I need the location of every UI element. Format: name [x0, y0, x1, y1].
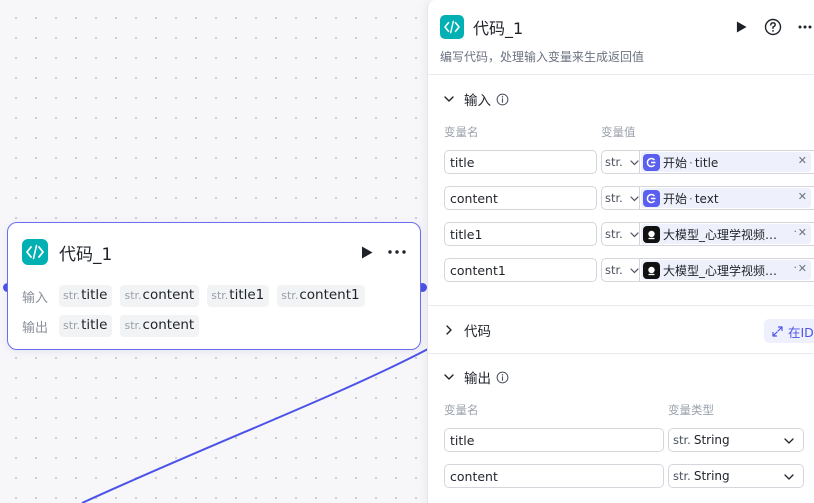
code-node[interactable]: 代码_1 输入 str. title str. content str. title1… — [7, 222, 421, 350]
more-icon[interactable] — [386, 241, 408, 263]
variable-name-field[interactable]: content — [444, 186, 597, 210]
divider — [428, 305, 814, 306]
output-section-title: 输出 — [464, 371, 491, 387]
code-section-header[interactable]: 代码 — [442, 319, 491, 341]
output-label: 输出 — [22, 320, 49, 336]
type-select[interactable]: str. — [601, 222, 641, 246]
chevron-down-icon — [444, 96, 454, 102]
code-icon — [440, 15, 464, 39]
col-label-name: 变量名 — [444, 125, 479, 139]
help-icon[interactable] — [762, 16, 784, 38]
type-select[interactable]: str. — [601, 258, 641, 282]
input-section-title: 输入 — [464, 93, 491, 109]
input-label: 输入 — [22, 290, 49, 306]
expand-icon — [772, 325, 783, 337]
more-icon[interactable] — [794, 16, 814, 38]
variable-name-field[interactable]: content1 — [444, 258, 597, 282]
col-label-value: 变量值 — [601, 125, 636, 139]
input-tag: str. title — [59, 285, 113, 307]
chevron-down-icon — [784, 474, 794, 480]
llm-icon — [643, 225, 660, 243]
output-name-field[interactable]: content — [444, 464, 664, 488]
col-label-type: 变量类型 — [668, 403, 714, 417]
node-title: 代码_1 — [59, 244, 113, 265]
run-icon[interactable] — [356, 241, 378, 263]
divider — [428, 353, 814, 354]
code-section-title: 代码 — [464, 324, 491, 340]
panel-title: 代码_1 — [473, 19, 524, 38]
clear-icon[interactable]: ✕ — [798, 154, 807, 167]
info-icon[interactable] — [496, 93, 509, 106]
clear-icon[interactable]: ✕ — [798, 262, 807, 275]
llm-icon — [643, 261, 660, 279]
open-in-ide-button[interactable]: 在IDE — [764, 319, 814, 343]
input-tag: str. title1 — [207, 285, 270, 307]
input-tag: str. content1 — [277, 285, 365, 307]
clear-icon[interactable]: ✕ — [798, 226, 807, 239]
type-select[interactable]: str. — [601, 186, 641, 210]
clear-icon[interactable]: ✕ — [798, 190, 807, 203]
chevron-right-icon — [446, 325, 452, 335]
output-type-select[interactable]: str. String — [668, 464, 804, 488]
run-icon[interactable] — [730, 16, 752, 38]
output-name-field[interactable]: title — [444, 428, 664, 452]
info-icon[interactable] — [496, 371, 509, 384]
node-input-row: 输入 str. title str. content str. title1 str.… — [22, 285, 373, 307]
chevron-down-icon — [444, 374, 454, 380]
col-label-name: 变量名 — [444, 403, 479, 417]
panel-description: 编写代码，处理输入变量来生成返回值 — [440, 50, 645, 64]
start-icon — [643, 153, 660, 171]
node-output-row: 输出 str. title str. content — [22, 315, 207, 337]
node-config-panel: 代码_1 编写代码，处理输入变量来生成返回值 输入 变量名 变量值 title … — [427, 0, 814, 503]
output-tag: str. content — [120, 315, 200, 337]
variable-name-field[interactable]: title — [444, 150, 597, 174]
output-type-select[interactable]: str. String — [668, 428, 804, 452]
panel-header: 代码_1 — [440, 14, 814, 40]
variable-reference[interactable]: 开始 · text ✕ — [639, 186, 814, 210]
start-icon — [643, 189, 660, 207]
variable-name-field[interactable]: title1 — [444, 222, 597, 246]
input-tag: str. content — [120, 285, 200, 307]
input-section-header[interactable]: 输入 — [442, 88, 509, 110]
output-tag: str. title — [59, 315, 113, 337]
divider — [428, 74, 814, 75]
variable-reference[interactable]: 大模型_心理学视频… · ✕ — [639, 258, 814, 282]
code-icon — [22, 239, 48, 265]
chevron-down-icon — [784, 438, 794, 444]
variable-reference[interactable]: 大模型_心理学视频… · ✕ — [639, 222, 814, 246]
node-header: 代码_1 — [22, 238, 408, 266]
output-section-header[interactable]: 输出 — [442, 366, 509, 388]
type-select[interactable]: str. — [601, 150, 641, 174]
variable-reference[interactable]: 开始 · title ✕ — [639, 150, 814, 174]
